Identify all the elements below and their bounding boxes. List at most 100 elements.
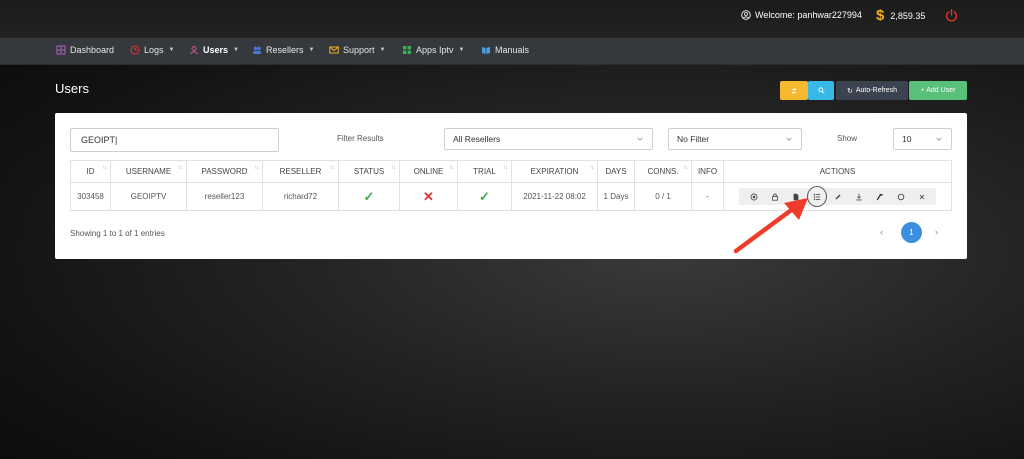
balance-amount: 2,859.35 bbox=[890, 10, 926, 21]
hammer-icon bbox=[876, 193, 883, 200]
transfer-icon bbox=[791, 87, 797, 94]
cell-info: - bbox=[691, 182, 724, 211]
sort-icon: ↑↓ bbox=[503, 165, 508, 171]
logs-icon bbox=[130, 45, 140, 55]
chevron-down-icon bbox=[637, 137, 643, 141]
users-card: GEOIPT | Filter Results All Resellers No … bbox=[55, 113, 967, 259]
download-icon bbox=[855, 193, 862, 200]
cell-days: 1 Days bbox=[597, 182, 635, 211]
add-user-button[interactable]: + Add User bbox=[909, 81, 967, 100]
cell-reseller: richard72 bbox=[262, 182, 339, 211]
cell-status: ✓ bbox=[338, 182, 400, 211]
column-header-id[interactable]: ID ↑↓ bbox=[70, 160, 111, 183]
pagination-prev[interactable]: ‹ bbox=[880, 227, 883, 237]
column-header-expiration[interactable]: EXPIRATION ↑↓ bbox=[511, 160, 598, 183]
column-header-status[interactable]: STATUS ↑↓ bbox=[338, 160, 400, 183]
cell-conns: 0 / 1 bbox=[634, 182, 692, 211]
top-bar: Welcome: panhwar227994 $ 2,859.35 bbox=[0, 0, 1024, 38]
dollar-icon: $ bbox=[876, 7, 885, 24]
show-label: Show bbox=[837, 134, 858, 143]
column-header-conns[interactable]: CONNS. ↑↓ bbox=[634, 160, 692, 183]
resellers-select[interactable]: All Resellers bbox=[444, 128, 653, 150]
apps-icon bbox=[403, 46, 411, 54]
sort-icon: ↑↓ bbox=[391, 165, 396, 171]
main-nav: Dashboard Logs ▼ Users ▼ Resellers ▼ Suppor… bbox=[0, 38, 1024, 65]
column-header-trial[interactable]: TRIAL ↑↓ bbox=[457, 160, 512, 183]
sort-icon: ↑↓ bbox=[102, 165, 107, 171]
sort-icon: ↑↓ bbox=[589, 165, 594, 171]
nav-item-users[interactable]: Users ▼ bbox=[189, 45, 239, 55]
table-row: 303458 GEOIPTV reseller123 richard72 ✓ ✕… bbox=[70, 182, 952, 211]
column-header-online[interactable]: ONLINE ↑↓ bbox=[399, 160, 458, 183]
search-button[interactable] bbox=[808, 81, 834, 100]
entries-info: Showing 1 to 1 of 1 entries bbox=[70, 229, 165, 238]
dashboard-icon bbox=[56, 45, 66, 55]
circle-button[interactable] bbox=[890, 188, 911, 205]
balance-display: $ 2,859.35 bbox=[876, 8, 925, 23]
search-input[interactable]: GEOIPT | bbox=[70, 128, 279, 152]
edit-button[interactable] bbox=[827, 188, 848, 205]
nav-item-resellers[interactable]: Resellers ▼ bbox=[252, 45, 314, 55]
status-filter-select[interactable]: No Filter bbox=[668, 128, 802, 150]
pagination-next[interactable]: › bbox=[935, 227, 938, 237]
sort-icon: ↑↓ bbox=[330, 165, 335, 171]
cell-trial: ✓ bbox=[457, 182, 512, 211]
sort-icon: ↑↓ bbox=[683, 165, 688, 171]
check-icon: ✓ bbox=[363, 188, 375, 204]
column-header-reseller[interactable]: RESELLER ↑↓ bbox=[262, 160, 339, 183]
power-icon[interactable] bbox=[944, 8, 959, 23]
pencil-icon bbox=[835, 193, 841, 199]
sort-icon: ↑↓ bbox=[254, 165, 259, 171]
pagination-page[interactable]: 1 bbox=[901, 222, 922, 243]
chevron-down-icon: ▼ bbox=[379, 47, 386, 53]
welcome-text: Welcome: panhwar227994 bbox=[755, 10, 862, 20]
table-header-row: ID ↑↓ USERNAME ↑↓ PASSWORD ↑↓ RESELLER ↑↓ ST… bbox=[70, 160, 952, 183]
refresh-icon: ↻ bbox=[846, 87, 853, 95]
page-size-select[interactable]: 10 bbox=[893, 128, 952, 150]
auto-refresh-button[interactable]: ↻ Auto-Refresh bbox=[836, 81, 908, 100]
nav-item-apps-iptv[interactable]: Apps Iptv ▼ bbox=[402, 45, 464, 55]
nav-item-logs[interactable]: Logs ▼ bbox=[130, 45, 174, 55]
close-icon bbox=[919, 194, 924, 199]
column-header-username[interactable]: USERNAME ↑↓ bbox=[110, 160, 187, 183]
sort-icon: ↑↓ bbox=[178, 165, 183, 171]
support-icon bbox=[329, 46, 339, 54]
cell-online: ✕ bbox=[399, 182, 458, 211]
column-header-password[interactable]: PASSWORD ↑↓ bbox=[186, 160, 263, 183]
column-header-days[interactable]: DAYS bbox=[597, 160, 635, 183]
list-icon bbox=[813, 193, 820, 200]
resellers-icon bbox=[253, 46, 261, 54]
chevron-down-icon: ▼ bbox=[168, 47, 175, 53]
delete-button[interactable] bbox=[911, 188, 932, 205]
search-icon bbox=[817, 87, 825, 94]
manuals-icon bbox=[482, 47, 490, 54]
chevron-down-icon: ▼ bbox=[233, 47, 239, 53]
hammer-button[interactable] bbox=[869, 188, 890, 205]
download-button[interactable] bbox=[848, 188, 869, 205]
welcome-user[interactable]: Welcome: panhwar227994 bbox=[741, 10, 862, 20]
check-icon: ✓ bbox=[479, 188, 490, 204]
cell-username: GEOIPTV bbox=[110, 182, 187, 211]
cell-password: reseller123 bbox=[186, 182, 263, 211]
cross-icon: ✕ bbox=[423, 188, 434, 204]
annotation-arrow-icon bbox=[733, 198, 808, 254]
cell-expiration: 2021-11-22 08:02 bbox=[511, 182, 598, 211]
circle-icon bbox=[897, 193, 904, 200]
nav-item-dashboard[interactable]: Dashboard bbox=[56, 45, 114, 55]
user-circle-icon bbox=[741, 10, 751, 20]
sort-icon: ↑↓ bbox=[449, 165, 454, 171]
chevron-down-icon: ▼ bbox=[308, 47, 315, 53]
column-header-info: INFO bbox=[691, 160, 724, 183]
page-title: Users bbox=[55, 81, 89, 96]
nav-item-manuals[interactable]: Manuals bbox=[481, 45, 529, 55]
transfer-button[interactable] bbox=[780, 81, 808, 100]
cell-id: 303458 bbox=[70, 182, 111, 211]
column-header-actions: ACTIONS bbox=[723, 160, 952, 183]
chevron-down-icon: ▼ bbox=[458, 47, 465, 53]
chevron-down-icon bbox=[786, 137, 792, 141]
users-table: ID ↑↓ USERNAME ↑↓ PASSWORD ↑↓ RESELLER ↑↓ ST… bbox=[70, 160, 952, 211]
filter-results-label: Filter Results bbox=[337, 134, 384, 143]
users-icon bbox=[190, 46, 198, 55]
chevron-down-icon bbox=[936, 137, 942, 141]
nav-item-support[interactable]: Support ▼ bbox=[329, 45, 385, 55]
